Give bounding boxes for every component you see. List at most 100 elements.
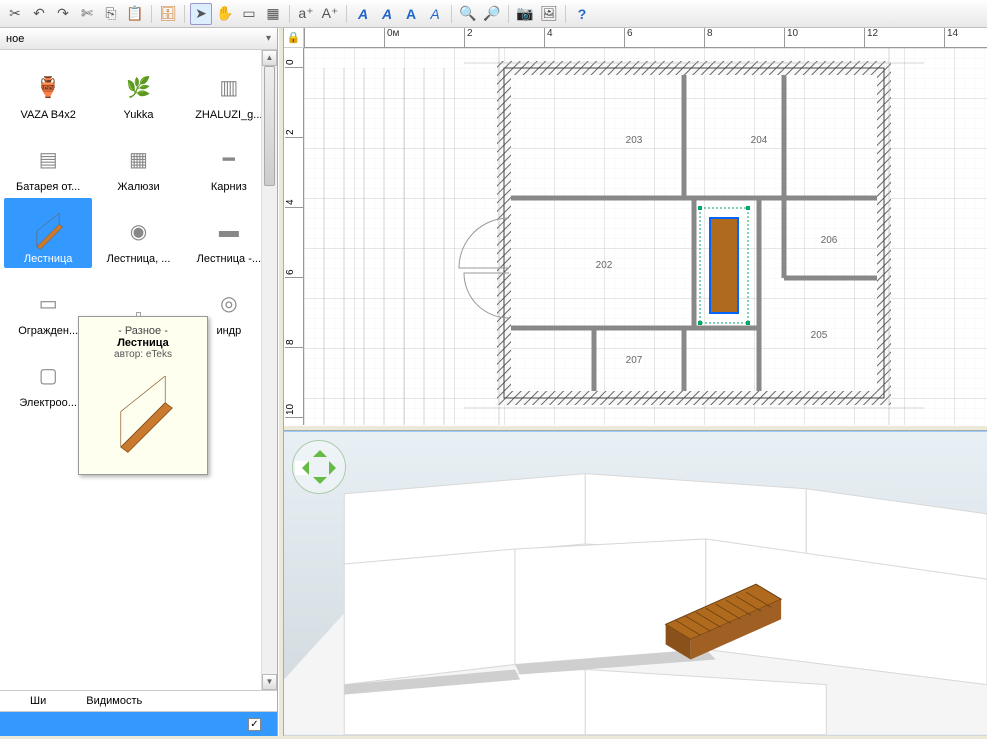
dimension-icon[interactable]: A: [352, 3, 374, 25]
catalog-item-5[interactable]: ━Карниз: [185, 126, 273, 196]
3d-canvas: [284, 432, 987, 736]
ruler-tick: 0: [285, 59, 304, 68]
select-cursor-icon[interactable]: ➤: [190, 3, 212, 25]
ruler-tick: 6: [285, 269, 304, 278]
catalog-item-3[interactable]: ▤Батарея от...: [4, 126, 92, 196]
stairs-icon: [23, 209, 73, 253]
tooltip-name: Лестница: [87, 337, 199, 349]
catalog-item-4[interactable]: ▦Жалюзи: [94, 126, 182, 196]
catalog-label: Лестница: [7, 253, 89, 265]
ruler-tick: 4: [285, 199, 304, 208]
pan-hand-icon[interactable]: ✋: [214, 3, 236, 25]
rotate-down-icon[interactable]: [313, 477, 327, 491]
text-style-icon[interactable]: A⁺: [319, 3, 341, 25]
undo-icon[interactable]: ↶: [28, 3, 50, 25]
3d-view[interactable]: [284, 431, 987, 736]
room-label: 204: [751, 135, 768, 146]
width-column[interactable]: Ши: [30, 695, 46, 707]
visibility-column[interactable]: Видимость: [86, 695, 142, 707]
ruler-tick: 14: [944, 28, 958, 47]
room-label: 205: [811, 330, 828, 341]
blind-icon: ▥: [204, 65, 254, 109]
rotate-up-icon[interactable]: [313, 443, 327, 457]
create-room-icon[interactable]: ▦: [262, 3, 284, 25]
vase-icon: 🏺: [23, 65, 73, 109]
tooltip-author: автор: eTeks: [87, 349, 199, 360]
ruler-tick: 12: [864, 28, 878, 47]
catalog-label: Жалюзи: [97, 181, 179, 193]
radiator-icon: ▤: [23, 137, 73, 181]
camera-icon[interactable]: 📷: [514, 3, 536, 25]
ruler-tick: 2: [464, 28, 473, 47]
blind2-icon: ▦: [113, 137, 163, 181]
catalog-item-1[interactable]: 🌿Yukka: [94, 54, 182, 124]
add-text-icon[interactable]: a⁺: [295, 3, 317, 25]
ruler-tick: 0м: [384, 28, 399, 47]
photo-icon[interactable]: 🖼: [538, 3, 560, 25]
horizontal-ruler: 0м 2 4 6 8 10 12 14: [304, 28, 987, 48]
cut-icon[interactable]: ✄: [76, 3, 98, 25]
rail-icon: ▬: [204, 209, 254, 253]
zoom-out-icon[interactable]: 🔎: [481, 3, 503, 25]
category-label: ное: [6, 33, 24, 45]
plan-view: 🔒 0м 2 4 6 8 10 12 14 0 2 4 6 8 10: [284, 28, 987, 425]
catalog-item-0[interactable]: 🏺VAZA B4x2: [4, 54, 92, 124]
catalog-item-6[interactable]: Лестница: [4, 198, 92, 268]
furniture-row[interactable]: ✓: [0, 712, 277, 736]
copy-icon[interactable]: ⎘: [100, 3, 122, 25]
catalog-label: Электроо...: [7, 397, 89, 409]
room-label: 203: [626, 135, 643, 146]
zoom-in-icon[interactable]: 🔍: [457, 3, 479, 25]
lock-icon[interactable]: 🔒: [284, 28, 304, 48]
help-icon[interactable]: ?: [571, 3, 593, 25]
room-label: 207: [626, 355, 643, 366]
category-dropdown[interactable]: ное ▾: [0, 28, 277, 50]
rotate-left-icon[interactable]: [295, 461, 309, 475]
plan-canvas[interactable]: 201 202 203 204 205 206 207: [304, 48, 987, 425]
property-header: Ши Видимость: [0, 690, 277, 712]
catalog-item-2[interactable]: ▥ZHALUZI_g...: [185, 54, 273, 124]
scroll-down-icon[interactable]: ▼: [262, 674, 277, 690]
catalog-label: Батарея от...: [7, 181, 89, 193]
catalog-label: Огражден...: [7, 325, 89, 337]
catalog-item-7[interactable]: ◉Лестница, ...: [94, 198, 182, 268]
fence-icon: ▭: [23, 281, 73, 325]
scroll-thumb[interactable]: [264, 66, 275, 186]
ruler-tick: 8: [704, 28, 713, 47]
3d-nav-rosette: [292, 440, 346, 494]
catalog-item-8[interactable]: ▬Лестница -...: [185, 198, 273, 268]
curtain-rod-icon: ━: [204, 137, 254, 181]
ruler-tick: 6: [624, 28, 633, 47]
room-label: 202: [596, 260, 613, 271]
catalog-label: Yukka: [97, 109, 179, 121]
ruler-tick: 10: [784, 28, 798, 47]
room-label: 206: [821, 235, 838, 246]
catalog-label: Карниз: [188, 181, 270, 193]
main-split: ное ▾ 🏺VAZA B4x2🌿Yukka▥ZHALUZI_g...▤Бата…: [0, 28, 987, 736]
main-toolbar: ✂ ↶ ↷ ✄ ⎘ 📋 🗄 ➤ ✋ ▭ ▦ a⁺ A⁺ A A A A 🔍 🔎 …: [0, 0, 987, 28]
text-2-icon[interactable]: A: [400, 3, 422, 25]
plant-icon: 🌿: [113, 65, 163, 109]
paste-icon[interactable]: 📋: [124, 3, 146, 25]
cylinder-icon: ◎: [204, 281, 254, 325]
ruler-tick: 10: [285, 404, 304, 418]
tooltip-thumbnail: [87, 366, 199, 466]
catalog-label: VAZA B4x2: [7, 109, 89, 121]
text-1-icon[interactable]: A: [376, 3, 398, 25]
catalog-label: Лестница, ...: [97, 253, 179, 265]
ruler-tick: 8: [285, 339, 304, 348]
rotate-right-icon[interactable]: [329, 461, 343, 475]
redo-icon[interactable]: ↷: [52, 3, 74, 25]
visibility-checkbox[interactable]: ✓: [248, 718, 261, 731]
spiral-icon: ◉: [113, 209, 163, 253]
ruler-tick: 4: [544, 28, 553, 47]
catalog-scrollbar[interactable]: ▲ ▼: [261, 50, 277, 690]
text-3-icon[interactable]: A: [424, 3, 446, 25]
add-furniture-icon[interactable]: 🗄: [157, 3, 179, 25]
create-walls-icon[interactable]: ▭: [238, 3, 260, 25]
ruler-tick: [304, 28, 307, 47]
settings-icon[interactable]: ✂: [4, 3, 26, 25]
catalog-label: ZHALUZI_g...: [188, 109, 270, 121]
scroll-up-icon[interactable]: ▲: [262, 50, 277, 66]
panel-icon: ▢: [23, 353, 73, 397]
